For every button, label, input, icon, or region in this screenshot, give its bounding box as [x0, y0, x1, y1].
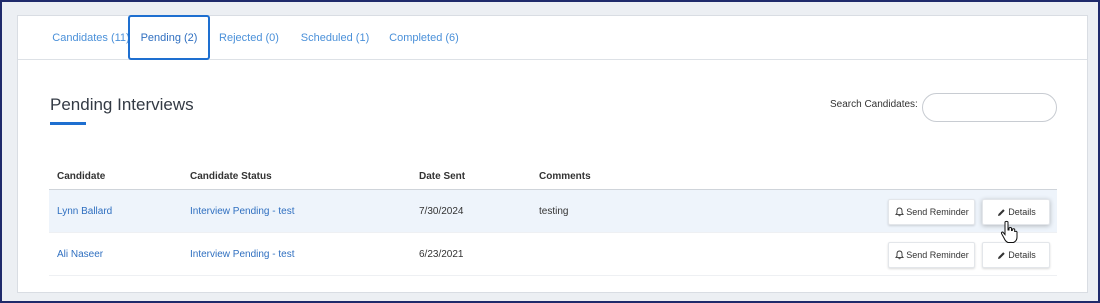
tab-scheduled[interactable]: Scheduled (1) — [294, 16, 376, 60]
details-button[interactable]: Details — [982, 242, 1050, 268]
page-title: Pending Interviews — [50, 95, 194, 114]
send-reminder-button[interactable]: Send Reminder — [888, 242, 975, 268]
tab-bar: Candidates (11) Pending (2) Rejected (0)… — [18, 15, 1087, 60]
candidates-table: Candidate Candidate Status Date Sent Com… — [49, 163, 1057, 276]
bell-icon — [894, 250, 904, 260]
header-comments: Comments — [539, 171, 591, 182]
details-label: Details — [1008, 207, 1036, 217]
candidate-name-link[interactable]: Ali Naseer — [57, 249, 103, 260]
bell-icon — [894, 207, 904, 217]
details-label: Details — [1008, 250, 1036, 260]
date-sent: 7/30/2024 — [419, 206, 464, 217]
tab-completed[interactable]: Completed (6) — [384, 16, 464, 60]
table-header: Candidate Candidate Status Date Sent Com… — [49, 163, 1057, 190]
title-underline — [50, 122, 86, 125]
search-label: Search Candidates: — [830, 99, 918, 110]
header-candidate: Candidate — [57, 171, 106, 182]
search-input[interactable] — [922, 93, 1057, 122]
candidate-name-link[interactable]: Lynn Ballard — [57, 206, 112, 217]
window-frame: Candidates (11) Pending (2) Rejected (0)… — [0, 0, 1100, 303]
pencil-icon — [996, 250, 1006, 260]
tab-pending[interactable]: Pending (2) — [128, 15, 210, 60]
header-candidate-status: Candidate Status — [190, 171, 272, 182]
send-reminder-label: Send Reminder — [906, 250, 969, 260]
content-card: Candidates (11) Pending (2) Rejected (0)… — [17, 15, 1088, 293]
send-reminder-button[interactable]: Send Reminder — [888, 199, 975, 225]
candidate-status-link[interactable]: Interview Pending - test — [190, 249, 295, 260]
table-row: Lynn Ballard Interview Pending - test 7/… — [49, 190, 1057, 233]
send-reminder-label: Send Reminder — [906, 207, 969, 217]
table-row: Ali Naseer Interview Pending - test 6/23… — [49, 233, 1057, 276]
date-sent: 6/23/2021 — [419, 249, 464, 260]
tab-rejected[interactable]: Rejected (0) — [214, 16, 284, 60]
comments: testing — [539, 206, 569, 217]
header-date-sent: Date Sent — [419, 171, 466, 182]
pencil-icon — [996, 207, 1006, 217]
hand-pointer-icon — [1000, 220, 1018, 244]
candidate-status-link[interactable]: Interview Pending - test — [190, 206, 295, 217]
